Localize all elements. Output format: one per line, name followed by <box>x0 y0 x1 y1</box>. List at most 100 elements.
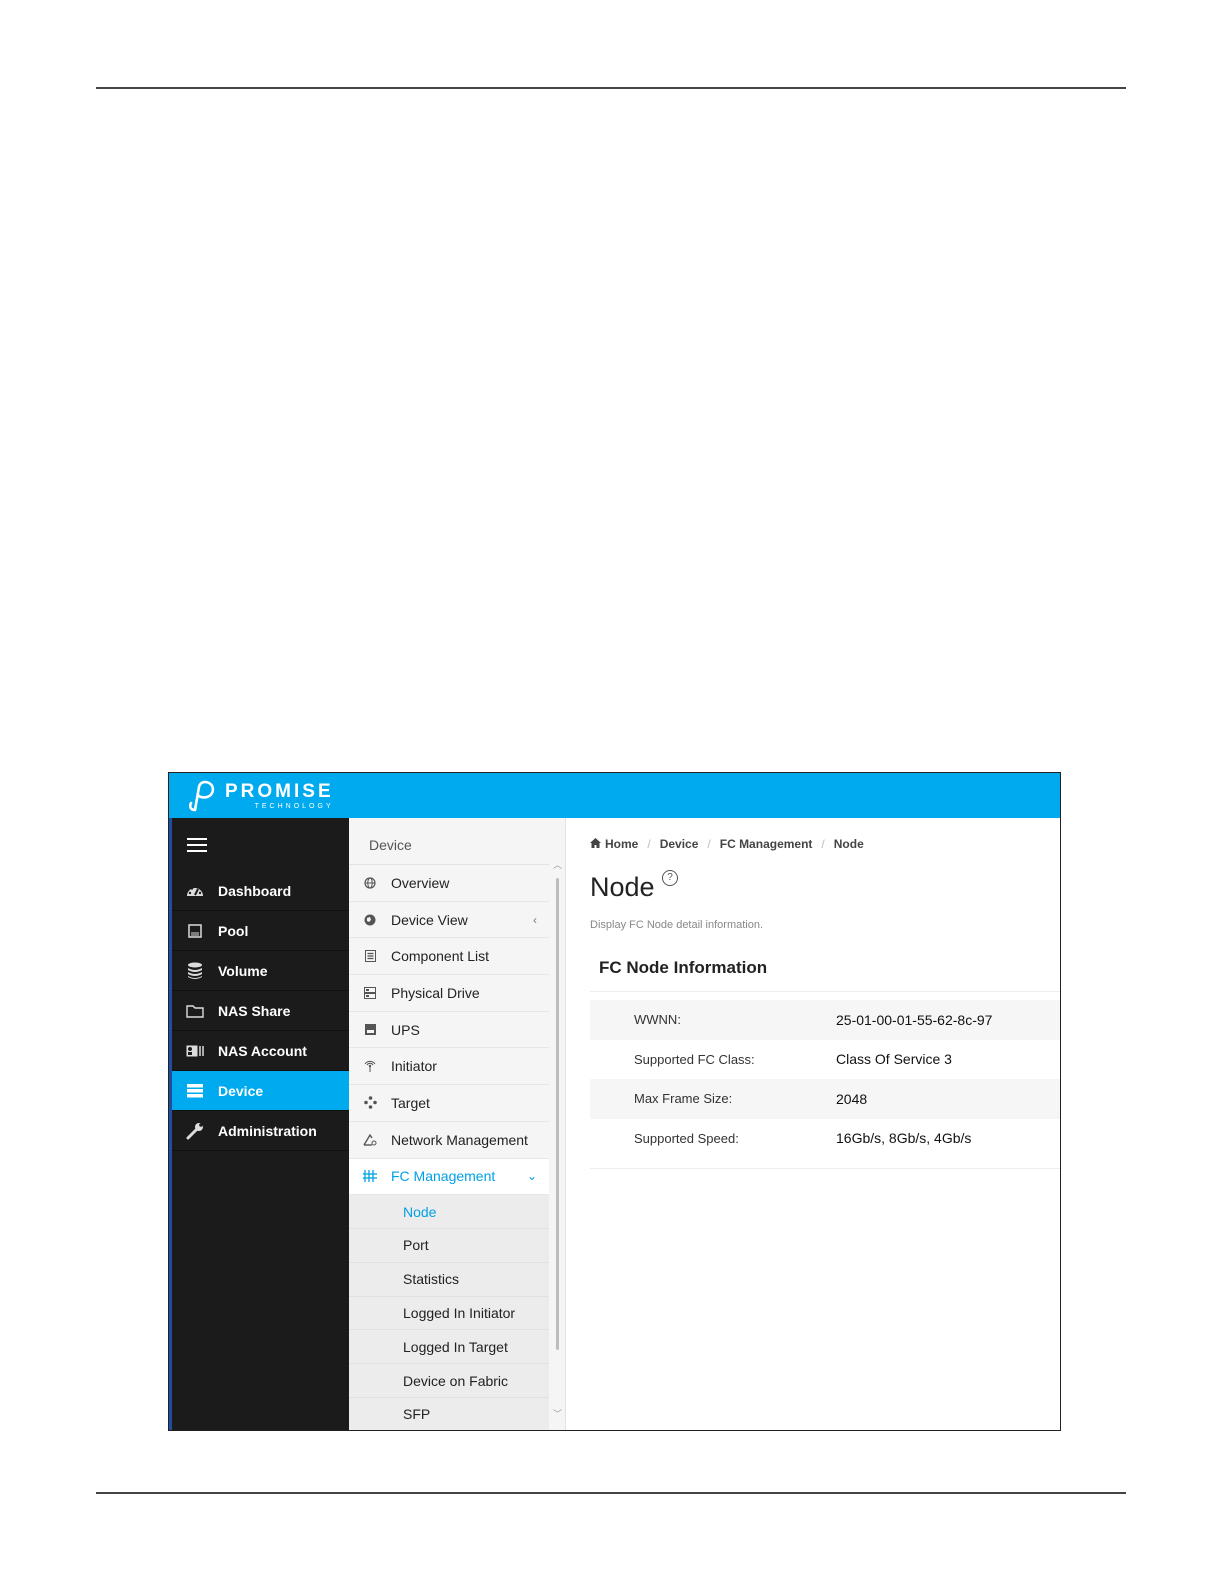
nav-label-volume: Volume <box>218 962 268 979</box>
table-row: Supported Speed: 16Gb/s, 8Gb/s, 4Gb/s <box>590 1119 1060 1159</box>
brand-sub: TECHNOLOGY <box>254 802 334 810</box>
subnav-label-fc-management: FC Management <box>391 1168 496 1185</box>
nav-item-volume[interactable]: Volume <box>172 951 349 991</box>
top-bar: PROMISE TECHNOLOGY <box>169 773 1060 818</box>
device-view-icon <box>349 914 391 926</box>
subnav-item-device-view[interactable]: Device View ‹ <box>349 902 549 939</box>
scroll-down-icon[interactable]: ﹀ <box>553 1407 562 1420</box>
row-value: Class Of Service 3 <box>836 1051 952 1068</box>
subnav-child-sfp[interactable]: SFP <box>349 1397 549 1430</box>
nav-item-nas-account[interactable]: NAS Account <box>172 1031 349 1071</box>
subnav-label-physical-drive: Physical Drive <box>391 984 480 1001</box>
subnav-item-overview[interactable]: Overview <box>349 865 549 902</box>
subnav-label-ups: UPS <box>391 1021 420 1038</box>
breadcrumb-node: Node <box>833 837 864 851</box>
app-screenshot: PROMISE TECHNOLOGY Dashboard Pool Volume… <box>168 772 1061 1431</box>
nav-label-pool: Pool <box>218 922 249 939</box>
breadcrumb-separator: / <box>707 837 711 851</box>
subnav-scrollbar[interactable] <box>555 866 561 1410</box>
dashboard-icon <box>172 883 218 899</box>
subnav-item-physical-drive[interactable]: Physical Drive <box>349 975 549 1012</box>
drive-icon <box>349 986 391 999</box>
subnav-child-logged-in-target[interactable]: Logged In Target <box>349 1330 549 1365</box>
breadcrumb-device[interactable]: Device <box>660 837 699 851</box>
target-icon <box>349 1096 391 1110</box>
nav-item-nas-share[interactable]: NAS Share <box>172 991 349 1031</box>
nav-label-nas-account: NAS Account <box>218 1042 307 1059</box>
nav-label-administration: Administration <box>218 1122 317 1139</box>
subnav-item-ups[interactable]: UPS <box>349 1012 549 1049</box>
subnav-item-target[interactable]: Target <box>349 1085 549 1122</box>
row-key: Supported FC Class: <box>634 1051 755 1067</box>
table-row: WWNN: 25-01-00-01-55-62-8c-97 <box>590 1000 1060 1040</box>
table-divider <box>590 1168 1060 1169</box>
device-icon <box>172 1083 218 1098</box>
subnav-label-device-view: Device View <box>391 911 468 928</box>
subnav-child-port[interactable]: Port <box>349 1228 549 1263</box>
nav-label-nas-share: NAS Share <box>218 1002 291 1019</box>
hamburger-menu-icon[interactable] <box>187 838 207 854</box>
nav-item-pool[interactable]: Pool <box>172 911 349 951</box>
promise-logo-icon <box>188 780 215 812</box>
subnav-label-component-list: Component List <box>391 948 490 965</box>
home-icon <box>590 837 601 851</box>
subnav-item-network-management[interactable]: Network Management <box>349 1122 549 1159</box>
subnav-label-overview: Overview <box>391 874 450 891</box>
breadcrumb-separator: / <box>647 837 651 851</box>
device-subnav: Device Overview Device View ‹ Component … <box>349 818 566 1430</box>
nav-item-dashboard[interactable]: Dashboard <box>172 871 349 911</box>
page-top-rule <box>96 87 1126 89</box>
scroll-up-icon[interactable]: ︿ <box>553 858 562 871</box>
subnav-item-fc-management[interactable]: FC Management ⌄ <box>349 1158 549 1196</box>
wrench-icon <box>172 1122 218 1140</box>
subnav-heading: Device <box>349 818 549 865</box>
subnav-label-network-management: Network Management <box>391 1131 528 1148</box>
subnav-child-node[interactable]: Node <box>349 1195 549 1229</box>
subnav-child-device-on-fabric[interactable]: Device on Fabric <box>349 1364 549 1398</box>
ups-icon <box>349 1024 391 1036</box>
main-sidebar: Dashboard Pool Volume NAS Share NAS Acco… <box>169 818 349 1430</box>
list-icon <box>349 950 391 963</box>
breadcrumb-separator: / <box>821 837 825 851</box>
chevron-left-icon[interactable]: ‹ <box>533 913 537 927</box>
scrollbar-thumb[interactable] <box>556 878 559 1350</box>
help-icon[interactable]: ? <box>662 870 678 886</box>
row-value: 25-01-00-01-55-62-8c-97 <box>836 1011 993 1028</box>
brand-name: PROMISE <box>225 780 334 802</box>
main-content: Home / Device / FC Management / Node Nod… <box>566 818 1060 1430</box>
row-value: 16Gb/s, 8Gb/s, 4Gb/s <box>836 1130 972 1147</box>
subnav-label-target: Target <box>391 1094 430 1111</box>
subnav-item-initiator[interactable]: Initiator <box>349 1048 549 1086</box>
chevron-down-icon[interactable]: ⌄ <box>527 1169 537 1183</box>
row-value: 2048 <box>836 1090 868 1107</box>
id-card-icon <box>172 1045 218 1057</box>
section-divider <box>590 991 1060 992</box>
promise-logo[interactable]: PROMISE TECHNOLOGY <box>185 779 334 813</box>
page-description: Display FC Node detail information. <box>590 919 764 931</box>
nav-item-administration[interactable]: Administration <box>172 1111 349 1151</box>
subnav-item-component-list[interactable]: Component List <box>349 938 549 976</box>
subnav-child-statistics[interactable]: Statistics <box>349 1262 549 1297</box>
subnav-label-initiator: Initiator <box>391 1058 437 1075</box>
breadcrumb-fc-management[interactable]: FC Management <box>720 837 813 851</box>
network-icon <box>349 1133 391 1146</box>
page-bottom-rule <box>96 1492 1126 1494</box>
breadcrumb-home[interactable]: Home <box>605 837 638 851</box>
row-key: Max Frame Size: <box>634 1091 733 1107</box>
antenna-icon <box>349 1059 391 1073</box>
globe-icon <box>349 877 391 889</box>
breadcrumb: Home / Device / FC Management / Node <box>590 837 864 851</box>
nav-label-dashboard: Dashboard <box>218 882 292 899</box>
table-row: Supported FC Class: Class Of Service 3 <box>590 1040 1060 1080</box>
row-key: Supported Speed: <box>634 1130 739 1146</box>
database-icon <box>172 962 218 980</box>
subnav-child-logged-in-initiator[interactable]: Logged In Initiator <box>349 1296 549 1331</box>
section-title: FC Node Information <box>599 958 768 977</box>
nav-item-device[interactable]: Device <box>172 1071 349 1111</box>
pool-icon <box>172 923 218 938</box>
fc-node-info-table: WWNN: 25-01-00-01-55-62-8c-97 Supported … <box>590 1000 1060 1158</box>
main-nav: Dashboard Pool Volume NAS Share NAS Acco… <box>172 871 349 1151</box>
table-row: Max Frame Size: 2048 <box>590 1079 1060 1119</box>
page-title: Node <box>590 872 655 902</box>
nav-label-device: Device <box>218 1082 264 1099</box>
